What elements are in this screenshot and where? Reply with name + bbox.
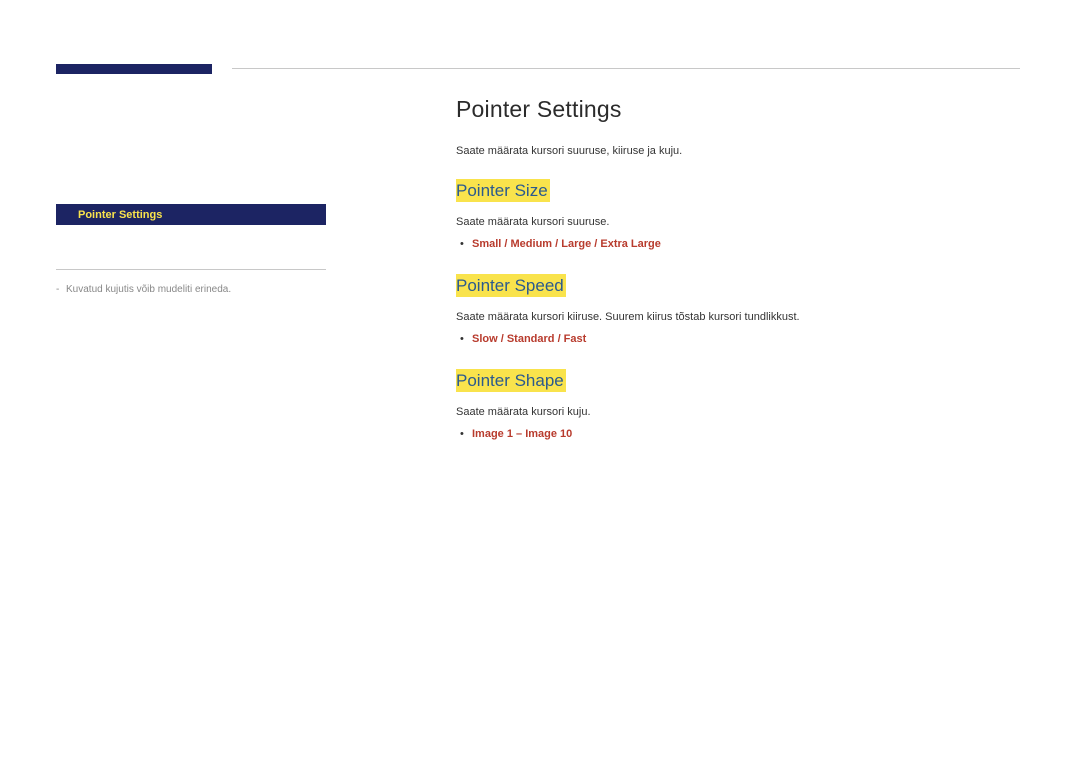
sidebar-item-pointer-settings[interactable]: Pointer Settings [56,204,326,225]
section-desc-pointer-size: Saate määrata kursori suuruse. [456,216,1020,228]
sidebar: Pointer Settings Kuvatud kujutis võib mu… [56,204,326,295]
header-accent-bar [56,64,212,74]
section-options-pointer-size: Small / Medium / Large / Extra Large [472,238,1020,250]
section-options-pointer-shape: Image 1 – Image 10 [472,428,1020,440]
main-content: Pointer Settings Saate määrata kursori s… [456,96,1020,464]
sidebar-divider [56,269,326,270]
sidebar-item-label: Pointer Settings [78,209,162,221]
section-heading-pointer-size: Pointer Size [456,179,550,202]
section-desc-pointer-shape: Saate määrata kursori kuju. [456,406,1020,418]
sidebar-footnote: Kuvatud kujutis võib mudeliti erineda. [56,284,326,295]
section-desc-pointer-speed: Saate määrata kursori kiiruse. Suurem ki… [456,311,1020,323]
intro-text: Saate määrata kursori suuruse, kiiruse j… [456,145,1020,157]
header-divider [232,68,1020,69]
section-heading-pointer-speed: Pointer Speed [456,274,566,297]
section-options-pointer-speed: Slow / Standard / Fast [472,333,1020,345]
page-title: Pointer Settings [456,96,1020,123]
section-heading-pointer-shape: Pointer Shape [456,369,566,392]
